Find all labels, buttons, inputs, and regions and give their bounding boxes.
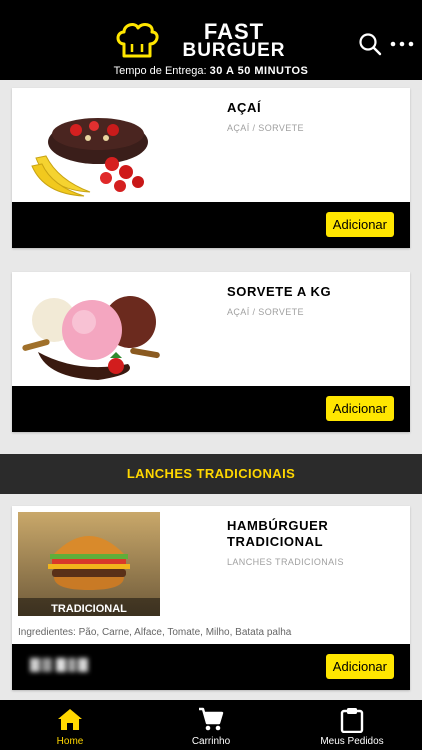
nav-item-cart[interactable]: Carrinho <box>141 700 281 750</box>
delivery-time: Tempo de Entrega: 30 A 50 MINUTOS <box>0 65 422 77</box>
brand-logo: FAST BURGUER <box>168 19 300 61</box>
add-button[interactable]: Adicionar <box>325 212 394 237</box>
nav-label: Carrinho <box>191 736 231 747</box>
more-options-icon[interactable] <box>390 36 414 52</box>
product-action-bar: Adicionar <box>12 202 410 248</box>
product-action-bar: Adicionar <box>12 386 410 432</box>
product-card-sorvete[interactable]: SORVETE A KG AÇAÍ / SORVETE Adicionar <box>12 272 410 432</box>
product-name: SORVETE A KG <box>227 284 332 299</box>
product-image-acai <box>31 118 148 197</box>
product-card-hamburguer[interactable]: TRADICIONAL HAMBÚRGUER TRADICIONAL LANCH… <box>12 506 410 690</box>
delivery-label: Tempo de Entrega: <box>113 65 207 77</box>
add-button[interactable]: Adicionar <box>325 654 394 679</box>
product-category: AÇAÍ / SORVETE <box>227 307 304 317</box>
product-name: AÇAÍ <box>227 100 262 115</box>
product-category: LANCHES TRADICIONAIS <box>227 557 344 567</box>
product-name: HAMBÚRGUER TRADICIONAL <box>227 518 329 549</box>
delivery-value: 30 A 50 MINUTOS <box>209 65 309 77</box>
clipboard-icon <box>340 708 364 733</box>
nav-item-orders[interactable]: Meus Pedidos <box>282 700 422 750</box>
product-category: AÇAÍ / SORVETE <box>227 123 304 133</box>
nav-label: Home <box>56 736 84 747</box>
product-image-ice-cream <box>22 296 160 380</box>
product-ingredients: Ingredientes: Pão, Carne, Alface, Tomate… <box>18 627 292 638</box>
section-title: LANCHES TRADICIONAIS <box>0 454 422 494</box>
price-blurred <box>30 658 88 672</box>
product-card-acai[interactable]: AÇAÍ AÇAÍ / SORVETE Adicionar <box>12 88 410 248</box>
burger-image-caption: TRADICIONAL <box>51 603 127 615</box>
cart-icon <box>199 707 224 731</box>
brand-line-1: FAST <box>203 19 265 44</box>
product-image-burger: TRADICIONAL <box>18 512 160 616</box>
nav-label: Meus Pedidos <box>320 736 384 747</box>
add-button[interactable]: Adicionar <box>325 396 394 421</box>
app-header: FAST BURGUER Tempo de Entrega: 30 A 50 M… <box>0 0 422 80</box>
chef-hat-logo-icon <box>116 23 159 58</box>
product-action-bar: Adicionar <box>12 644 410 690</box>
bottom-navigation: Home Carrinho Meus Pedidos <box>0 700 422 750</box>
search-icon[interactable] <box>358 32 382 56</box>
nav-item-home[interactable]: Home <box>0 700 140 750</box>
home-icon <box>58 709 82 730</box>
brand-line-2: BURGUER <box>182 40 286 61</box>
